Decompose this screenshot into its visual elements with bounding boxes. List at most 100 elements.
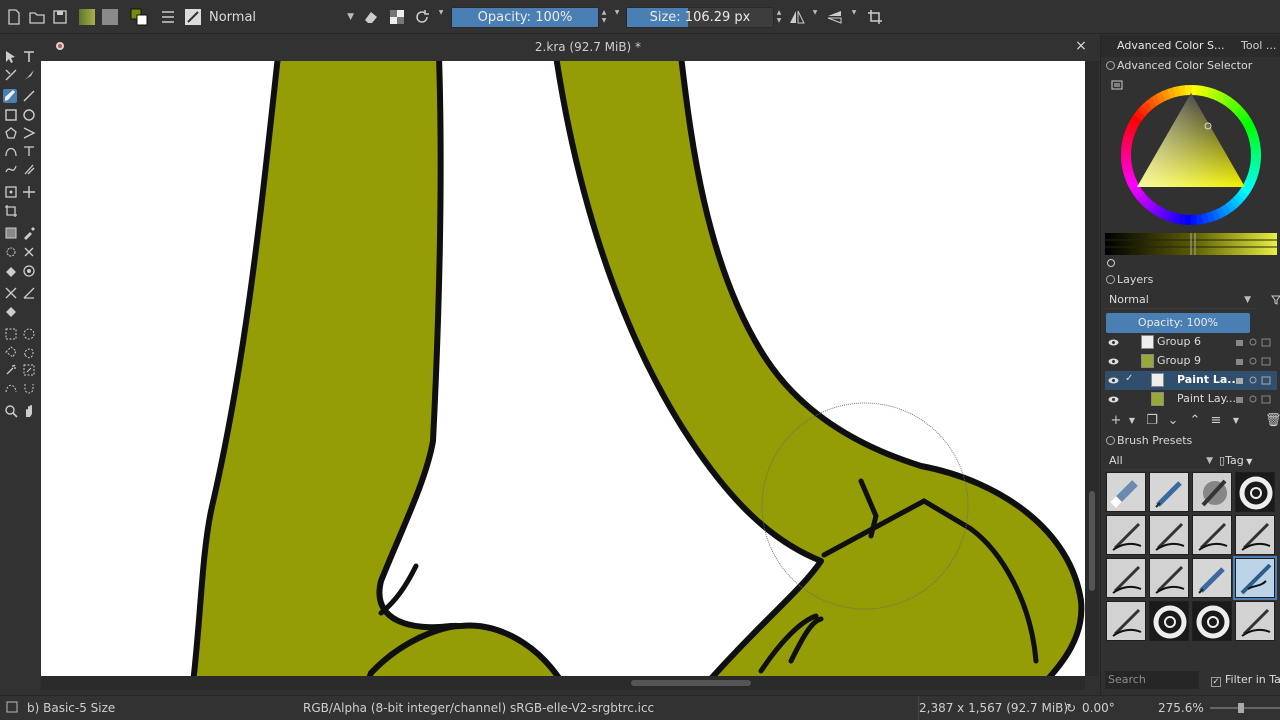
layer-properties-icon[interactable]	[1235, 337, 1271, 347]
dynamic-brush-tool-icon[interactable]	[4, 162, 18, 176]
checkmark-icon[interactable]: ✓	[1125, 373, 1133, 384]
color-swap-icon[interactable]	[130, 8, 148, 26]
opacity-options-icon[interactable]: ▼	[613, 9, 621, 25]
zoom-slider[interactable]	[1210, 707, 1280, 709]
enclose-fill-tool-icon[interactable]	[22, 264, 36, 278]
layer-row[interactable]: Paint Lay...	[1105, 390, 1277, 409]
zoom-value[interactable]: 275.6%	[1158, 701, 1204, 715]
polygon-tool-icon[interactable]	[4, 126, 18, 140]
crop-tool-icon[interactable]	[4, 204, 18, 218]
brush-settings-icon[interactable]	[159, 8, 177, 26]
preset-search-input[interactable]: Search	[1105, 671, 1199, 689]
pattern-icon[interactable]	[101, 8, 119, 26]
measure-tool-icon[interactable]	[22, 286, 36, 300]
current-brush-label[interactable]: b) Basic-5 Size	[27, 701, 115, 715]
new-document-icon[interactable]	[5, 8, 23, 26]
reset-icon[interactable]	[1106, 257, 1116, 267]
color-shade-strip[interactable]	[1105, 233, 1277, 255]
zoom-slider-handle[interactable]	[1238, 703, 1244, 713]
close-document-icon[interactable]: ×	[1074, 39, 1088, 53]
polygonal-selection-tool-icon[interactable]	[4, 345, 18, 359]
layer-row[interactable]: Group 6	[1105, 333, 1277, 352]
preset-filter-select[interactable]: All ▼	[1105, 452, 1217, 470]
delete-layer-icon[interactable]: 🗑	[1265, 414, 1280, 428]
vertical-scrollbar[interactable]	[1085, 61, 1099, 676]
rotation-value[interactable]: 0.00°	[1082, 701, 1115, 715]
horizontal-scroll-thumb[interactable]	[631, 680, 751, 686]
layer-properties-icon[interactable]	[1235, 394, 1271, 404]
brush-preset-item[interactable]	[1192, 558, 1232, 598]
vertical-scroll-thumb[interactable]	[1089, 491, 1095, 591]
size-spinner[interactable]: ▲ ▼	[775, 9, 783, 25]
brush-preset-item[interactable]	[1235, 472, 1275, 512]
move-layer-up-icon[interactable]: ⌃	[1188, 414, 1202, 428]
wrap-icon[interactable]	[866, 8, 884, 26]
tab-tool-options[interactable]: Tool ...	[1241, 39, 1276, 52]
duplicate-layer-icon[interactable]: ❐	[1145, 414, 1159, 428]
opacity-spinner[interactable]: ▲ ▼	[600, 9, 608, 25]
brush-preset-item[interactable]	[1149, 601, 1189, 641]
gradient-tool-icon[interactable]	[4, 226, 18, 240]
size-slider[interactable]: Size: 106.29 px	[626, 7, 774, 28]
color-picker-tool-icon[interactable]	[22, 226, 36, 240]
layer-properties-icon[interactable]	[1235, 375, 1271, 385]
reference-images-tool-icon[interactable]	[4, 305, 18, 319]
calligraphy-tool-icon[interactable]	[22, 68, 36, 82]
brush-preset-item[interactable]	[1106, 515, 1146, 555]
smart-patch-tool-icon[interactable]	[22, 245, 36, 259]
brush-preset-item[interactable]	[1235, 601, 1275, 641]
freehand-selection-tool-icon[interactable]	[22, 345, 36, 359]
bezier-selection-tool-icon[interactable]	[4, 381, 18, 395]
layer-filter-icon[interactable]	[1271, 294, 1280, 305]
panel-float-icon[interactable]	[1106, 61, 1115, 70]
brush-preset-item[interactable]	[1233, 556, 1277, 600]
contiguous-selection-tool-icon[interactable]	[4, 363, 18, 377]
similar-color-selection-tool-icon[interactable]	[22, 363, 36, 377]
layer-properties-menu-icon[interactable]: ≡	[1209, 414, 1223, 428]
text-tool-icon[interactable]	[22, 50, 36, 64]
mirror-vertical-options-icon[interactable]: ▼	[850, 9, 858, 25]
drawing-canvas[interactable]	[41, 61, 1085, 676]
brush-preset-item[interactable]	[1106, 558, 1146, 598]
layers-panel-float-icon[interactable]	[1106, 275, 1115, 284]
blend-mode-select[interactable]: Normal ▼	[206, 7, 356, 28]
freehand-brush-tool-icon[interactable]	[3, 89, 17, 103]
preset-tag-button[interactable]: ▯Tag ▼	[1219, 452, 1275, 470]
document-tab[interactable]: 2.kra (92.7 MiB) * ×	[40, 35, 1090, 61]
transform-tool-icon[interactable]	[4, 185, 18, 199]
multibrush-tool-icon[interactable]	[22, 162, 36, 176]
pan-tool-icon[interactable]	[22, 404, 36, 418]
brush-preset-item[interactable]	[1149, 515, 1189, 555]
brush-preset-item[interactable]	[1192, 515, 1232, 555]
rectangle-tool-icon[interactable]	[4, 108, 18, 122]
add-layer-options-icon[interactable]: ▼	[1125, 414, 1139, 428]
layer-menu-options-icon[interactable]: ▼	[1229, 414, 1243, 428]
image-dimensions-label[interactable]: 2,387 x 1,567 (92.7 MiB)	[919, 701, 1068, 715]
filter-in-tag-checkbox[interactable]: ✓ Filter in Tag	[1211, 673, 1280, 687]
rectangular-selection-tool-icon[interactable]	[4, 327, 18, 341]
brush-preset-item[interactable]	[1106, 472, 1146, 512]
brush-preset-item[interactable]	[1192, 601, 1232, 641]
eye-icon[interactable]	[1108, 356, 1119, 367]
layer-row-selected[interactable]: ✓ Paint La...	[1105, 371, 1277, 390]
gradient-icon[interactable]	[78, 8, 96, 26]
brush-preset-item[interactable]	[1149, 472, 1189, 512]
bezier-curve-tool-icon[interactable]	[4, 144, 18, 158]
select-shapes-tool-icon[interactable]	[4, 50, 18, 64]
move-layer-down-icon[interactable]: ⌄	[1166, 414, 1180, 428]
save-icon[interactable]	[51, 8, 69, 26]
colorize-mask-tool-icon[interactable]	[4, 245, 18, 259]
alpha-lock-icon[interactable]	[388, 8, 406, 26]
presets-panel-float-icon[interactable]	[1106, 436, 1115, 445]
horizontal-scrollbar[interactable]	[41, 676, 1085, 690]
reload-options-icon[interactable]: ▼	[437, 9, 445, 25]
layer-row[interactable]: Group 9	[1105, 352, 1277, 371]
polyline-tool-icon[interactable]	[22, 126, 36, 140]
ellipse-tool-icon[interactable]	[22, 108, 36, 122]
reload-icon[interactable]	[413, 8, 431, 26]
magnetic-selection-tool-icon[interactable]	[22, 381, 36, 395]
opacity-slider[interactable]: Opacity: 100%	[451, 7, 599, 28]
mirror-horizontal-options-icon[interactable]: ▼	[811, 9, 819, 25]
brush-preset-item[interactable]	[1106, 601, 1146, 641]
edit-shapes-tool-icon[interactable]	[4, 68, 18, 82]
